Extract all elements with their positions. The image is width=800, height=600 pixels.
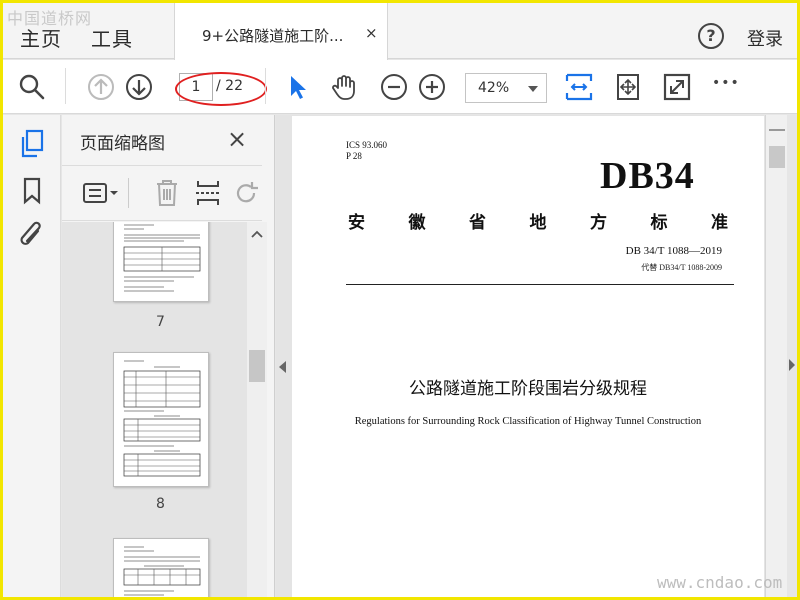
zoom-in-icon[interactable] bbox=[417, 72, 447, 102]
menu-bar: 中国道桥网 主页 工具 9+公路隧道施工阶... × ? 登录 bbox=[3, 3, 797, 60]
standard-code: DB34 bbox=[600, 155, 695, 197]
previous-page-icon[interactable] bbox=[86, 72, 116, 102]
zoom-out-icon[interactable] bbox=[379, 72, 409, 102]
thumbnail-label: 8 bbox=[156, 496, 165, 512]
rotate-icon[interactable] bbox=[234, 180, 260, 206]
chevron-up-icon[interactable] bbox=[251, 230, 263, 238]
thumbnail-preview bbox=[123, 224, 201, 292]
page-thumbnail[interactable] bbox=[113, 222, 209, 302]
document-tab-title: 9+公路隧道施工阶... bbox=[202, 27, 344, 45]
standard-type-char: 安 bbox=[348, 213, 365, 233]
replaces-standard: 代替 DB34/T 1088-2009 bbox=[641, 263, 722, 272]
zoom-select[interactable]: 42% bbox=[465, 73, 547, 103]
insert-page-icon[interactable] bbox=[194, 178, 222, 208]
standard-type-char: 方 bbox=[590, 213, 607, 233]
standard-type-char: 准 bbox=[711, 213, 728, 233]
document-page: ICS 93.060 P 28 DB34 安 徽 省 地 方 标 准 DB 34… bbox=[292, 116, 764, 597]
menu-home[interactable]: 主页 bbox=[20, 23, 62, 52]
scrollbar-thumb[interactable] bbox=[249, 350, 265, 382]
p-number: P 28 bbox=[346, 151, 362, 161]
login-button[interactable]: 登录 bbox=[747, 25, 783, 51]
collapse-panel-icon[interactable] bbox=[279, 361, 286, 373]
thumbnail-panel: 页面缩略图 × 7 8 bbox=[62, 115, 275, 597]
page-thumbnail[interactable] bbox=[113, 352, 209, 487]
ics-code: ICS 93.060 P 28 bbox=[346, 140, 387, 162]
fit-page-icon[interactable] bbox=[613, 72, 643, 102]
thumbnail-preview bbox=[123, 360, 201, 477]
thumbnail-label: 7 bbox=[156, 314, 165, 330]
standard-type-char: 徽 bbox=[408, 213, 426, 233]
divider bbox=[346, 284, 734, 285]
thumbnail-list: 7 8 bbox=[62, 222, 247, 597]
hand-tool-icon[interactable] bbox=[329, 72, 359, 102]
menu-tools[interactable]: 工具 bbox=[91, 23, 133, 52]
zoom-value: 42% bbox=[478, 80, 510, 96]
expand-right-panel-icon[interactable] bbox=[789, 359, 795, 371]
scrollbar-thumb[interactable] bbox=[769, 146, 785, 168]
document-scrollbar[interactable] bbox=[765, 115, 787, 597]
annotation-ellipse bbox=[175, 72, 267, 106]
full-screen-icon[interactable] bbox=[662, 72, 692, 102]
attachment-icon[interactable] bbox=[18, 219, 46, 251]
thumbnail-preview bbox=[123, 546, 201, 596]
scroll-top-marker bbox=[769, 129, 785, 131]
close-icon[interactable]: × bbox=[227, 125, 247, 153]
thumbnail-toolbar bbox=[62, 165, 262, 221]
next-page-icon[interactable] bbox=[124, 72, 154, 102]
left-rail bbox=[3, 115, 61, 597]
thumbnail-options-icon[interactable] bbox=[82, 180, 120, 208]
help-icon[interactable]: ? bbox=[698, 23, 724, 49]
toolbar: 1 / 22 42% ••• bbox=[3, 60, 797, 114]
toolbar-divider bbox=[265, 68, 266, 104]
ics-number: ICS 93.060 bbox=[346, 140, 388, 150]
fit-width-icon[interactable] bbox=[564, 72, 594, 102]
page-thumbnail[interactable] bbox=[113, 538, 209, 597]
standard-type-char: 省 bbox=[469, 213, 486, 233]
trash-icon[interactable] bbox=[154, 178, 180, 208]
select-cursor-icon[interactable] bbox=[283, 72, 313, 102]
chevron-down-icon bbox=[528, 86, 538, 92]
thumbnail-scrollbar[interactable] bbox=[247, 222, 267, 597]
watermark-url: www.cndao.com bbox=[657, 573, 783, 592]
standard-type-char: 标 bbox=[650, 213, 668, 233]
toolbar-divider bbox=[128, 178, 129, 208]
more-options-icon[interactable]: ••• bbox=[712, 75, 740, 91]
standard-type: 安 徽 省 地 方 标 准 bbox=[348, 208, 728, 233]
app-window: 中国道桥网 主页 工具 9+公路隧道施工阶... × ? 登录 1 / 22 4… bbox=[0, 0, 800, 600]
tab-close-icon[interactable]: × bbox=[365, 24, 378, 42]
standard-number: DB 34/T 1088—2019 bbox=[625, 245, 722, 257]
search-icon[interactable] bbox=[17, 72, 47, 102]
document-title-cn: 公路隧道施工阶段围岩分级规程 bbox=[409, 379, 647, 399]
document-title-en: Regulations for Surrounding Rock Classif… bbox=[354, 416, 702, 427]
document-tab[interactable]: 9+公路隧道施工阶... × bbox=[174, 3, 388, 60]
page-thumbnails-icon[interactable] bbox=[18, 129, 46, 159]
panel-title: 页面缩略图 bbox=[80, 134, 165, 154]
bookmark-icon[interactable] bbox=[22, 177, 42, 205]
standard-type-char: 地 bbox=[529, 213, 547, 233]
toolbar-divider bbox=[65, 68, 66, 104]
